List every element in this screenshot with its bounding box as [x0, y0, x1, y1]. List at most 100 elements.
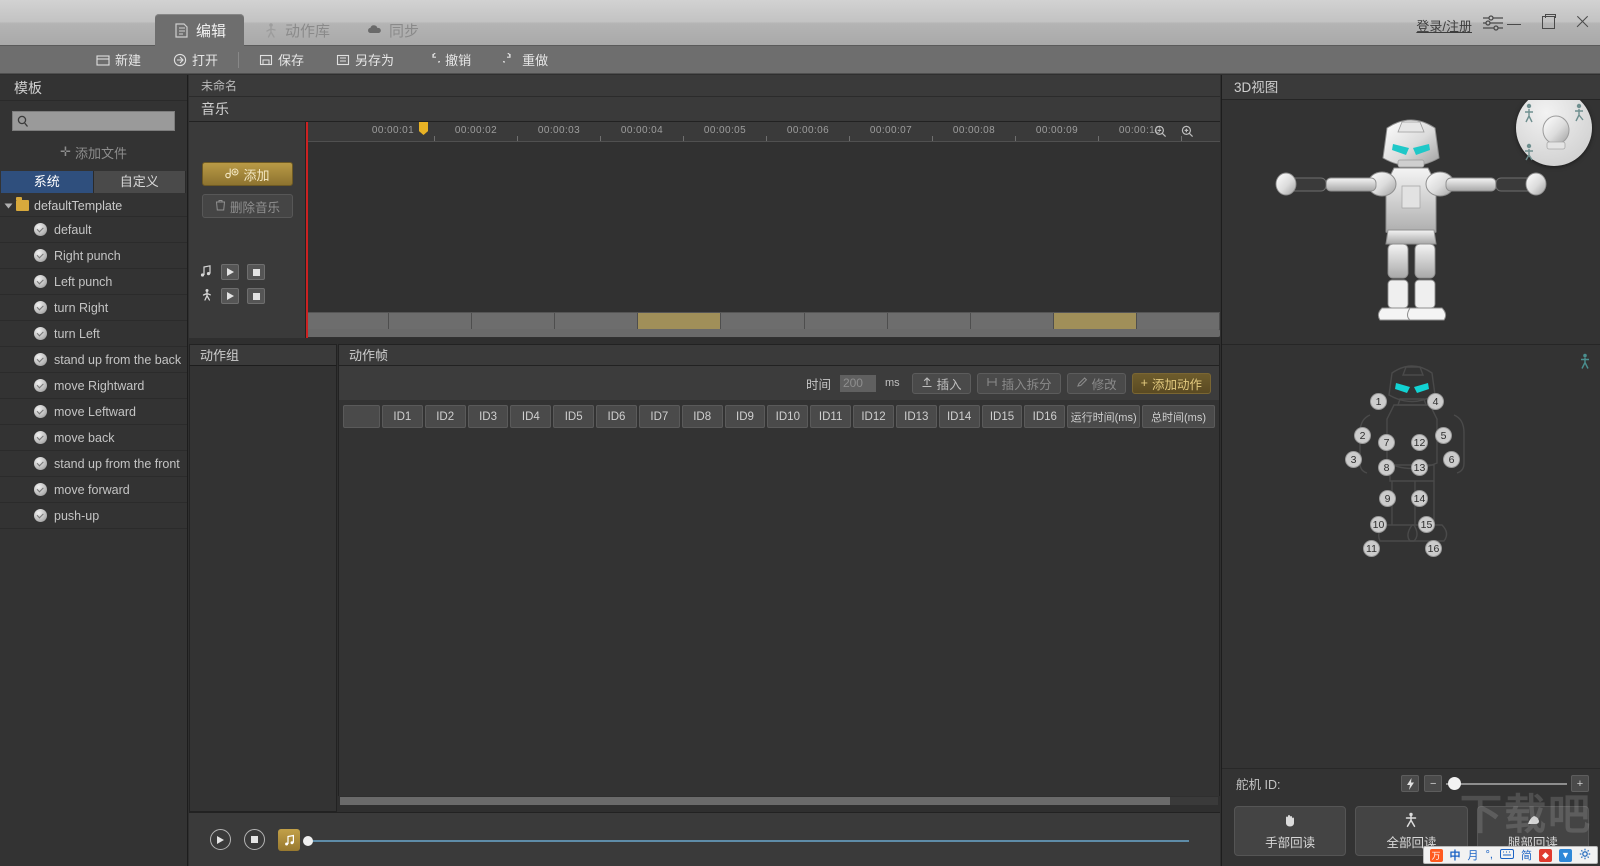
motion-stop-button[interactable] [247, 288, 265, 304]
ime-logo-icon[interactable]: 万 [1429, 848, 1443, 862]
grid-hscrollbar[interactable] [340, 797, 1218, 805]
modify-button[interactable]: 修改 [1066, 372, 1126, 394]
column-header-select[interactable] [343, 405, 380, 428]
list-item[interactable]: move back [0, 425, 187, 451]
joint-marker-11[interactable]: 11 [1363, 540, 1380, 557]
music-stop-button[interactable] [247, 264, 265, 280]
tab-edit[interactable]: 编辑 [155, 14, 245, 46]
close-icon[interactable] [1572, 12, 1592, 32]
list-item[interactable]: stand up from the back [0, 347, 187, 373]
add-file-button[interactable]: ✛ 添加文件 [0, 137, 187, 167]
ime-settings-gear-icon[interactable] [1579, 848, 1591, 863]
menu-save-as[interactable]: 另存为 [320, 46, 410, 74]
grid-hscrollbar-thumb[interactable] [340, 797, 1170, 805]
minimize-icon[interactable] [1504, 12, 1524, 32]
playback-seek-knob[interactable] [303, 836, 313, 846]
column-header-id10[interactable]: ID10 [767, 405, 809, 428]
search-input[interactable] [33, 112, 113, 130]
list-item[interactable]: push-up [0, 503, 187, 529]
joint-marker-9[interactable]: 9 [1379, 490, 1396, 507]
column-header-id4[interactable]: ID4 [510, 405, 552, 428]
music-play-button[interactable] [221, 264, 239, 280]
global-stop-button[interactable] [244, 829, 265, 850]
joint-marker-7[interactable]: 7 [1378, 434, 1395, 451]
plus-icon[interactable]: + [1571, 775, 1590, 792]
insert-split-button[interactable]: 插入拆分 [976, 372, 1061, 394]
ime-punctuation-icon[interactable]: °, [1486, 849, 1493, 861]
menu-save[interactable]: 保存 [243, 46, 320, 74]
sidebar-tab-custom[interactable]: 自定义 [93, 171, 186, 193]
menu-open[interactable]: 打开 [157, 46, 234, 74]
ime-keyboard-icon[interactable] [1500, 848, 1514, 862]
column-header-id2[interactable]: ID2 [424, 405, 466, 428]
list-item[interactable]: move forward [0, 477, 187, 503]
tab-sync[interactable]: 同步 [348, 14, 437, 46]
column-header-id15[interactable]: ID15 [981, 405, 1023, 428]
timeline-ruler[interactable]: 00:00:01 00:00:02 00:00:03 00:00:04 00:0… [306, 122, 1220, 142]
servo-slider-knob[interactable] [1448, 776, 1462, 790]
column-header-id7[interactable]: ID7 [638, 405, 680, 428]
zoom-in-icon[interactable] [1181, 125, 1194, 141]
list-item[interactable]: default [0, 217, 187, 243]
music-toggle-button[interactable] [278, 829, 300, 851]
joint-marker-2[interactable]: 2 [1354, 427, 1371, 444]
view-orbit-widget[interactable] [1516, 100, 1592, 166]
time-input[interactable] [839, 374, 876, 392]
view-3d-canvas[interactable] [1222, 100, 1600, 344]
column-header-id12[interactable]: ID12 [853, 405, 894, 428]
column-header-id14[interactable]: ID14 [938, 405, 980, 428]
column-header-total-time[interactable]: 总时间(ms) [1142, 405, 1215, 428]
ime-moon-icon[interactable]: 月 [1468, 847, 1479, 863]
ime-app2-icon[interactable]: ▼ [1559, 848, 1572, 862]
bolt-icon[interactable] [1401, 775, 1420, 792]
joint-marker-12[interactable]: 12 [1411, 434, 1428, 451]
timeline-hscrollbar[interactable] [306, 329, 1220, 337]
zoom-out-icon[interactable] [1154, 125, 1167, 141]
global-play-button[interactable] [210, 829, 231, 850]
insert-button[interactable]: 插入 [911, 372, 971, 394]
list-item[interactable]: stand up from the front [0, 451, 187, 477]
hand-readback-button[interactable]: 手部回读 [1234, 806, 1347, 856]
list-item[interactable]: turn Right [0, 295, 187, 321]
column-header-id11[interactable]: ID11 [810, 405, 852, 428]
joint-marker-13[interactable]: 13 [1411, 459, 1428, 476]
joint-marker-6[interactable]: 6 [1443, 451, 1460, 468]
joint-marker-10[interactable]: 10 [1370, 516, 1387, 533]
minus-icon[interactable]: − [1424, 775, 1443, 792]
sidebar-tab-system[interactable]: 系统 [1, 171, 94, 193]
ime-simplified-toggle[interactable]: 简 [1521, 847, 1532, 863]
list-item[interactable]: move Leftward [0, 399, 187, 425]
column-header-id13[interactable]: ID13 [895, 405, 937, 428]
add-music-button[interactable]: 添加 [202, 162, 293, 186]
joint-marker-1[interactable]: 1 [1370, 393, 1387, 410]
joint-marker-5[interactable]: 5 [1435, 427, 1452, 444]
music-waveform-track[interactable] [307, 142, 1220, 314]
servo-slider[interactable] [1446, 776, 1568, 790]
column-header-id3[interactable]: ID3 [467, 405, 509, 428]
joint-marker-15[interactable]: 15 [1418, 516, 1435, 533]
chevron-down-icon[interactable] [4, 203, 13, 208]
joint-marker-3[interactable]: 3 [1345, 451, 1362, 468]
search-box[interactable] [12, 111, 175, 131]
column-header-id16[interactable]: ID16 [1024, 405, 1066, 428]
menu-undo[interactable]: 撤销 [410, 46, 487, 74]
settings-sliders-icon[interactable] [1482, 14, 1504, 32]
column-header-id5[interactable]: ID5 [553, 405, 595, 428]
menu-redo[interactable]: 重做 [487, 46, 564, 74]
action-frame-grid[interactable] [338, 433, 1220, 796]
add-action-button[interactable]: + 添加动作 [1131, 372, 1211, 394]
joint-marker-4[interactable]: 4 [1427, 393, 1444, 410]
timeline-hscrollbar-thumb[interactable] [306, 329, 1220, 337]
column-header-id9[interactable]: ID9 [724, 405, 766, 428]
menu-new[interactable]: 新建 [80, 46, 157, 74]
ime-app1-icon[interactable]: ◆ [1539, 848, 1552, 862]
maximize-icon[interactable] [1538, 12, 1558, 32]
column-header-run-time[interactable]: 运行时间(ms) [1067, 405, 1141, 428]
joint-marker-14[interactable]: 14 [1411, 490, 1428, 507]
playback-seekbar[interactable] [303, 836, 1189, 846]
playhead-flag[interactable] [419, 122, 428, 135]
column-header-id6[interactable]: ID6 [596, 405, 637, 428]
joint-marker-16[interactable]: 16 [1425, 540, 1442, 557]
tab-action-library[interactable]: 动作库 [244, 14, 348, 46]
ime-mode-chinese[interactable]: 中 [1450, 847, 1461, 863]
